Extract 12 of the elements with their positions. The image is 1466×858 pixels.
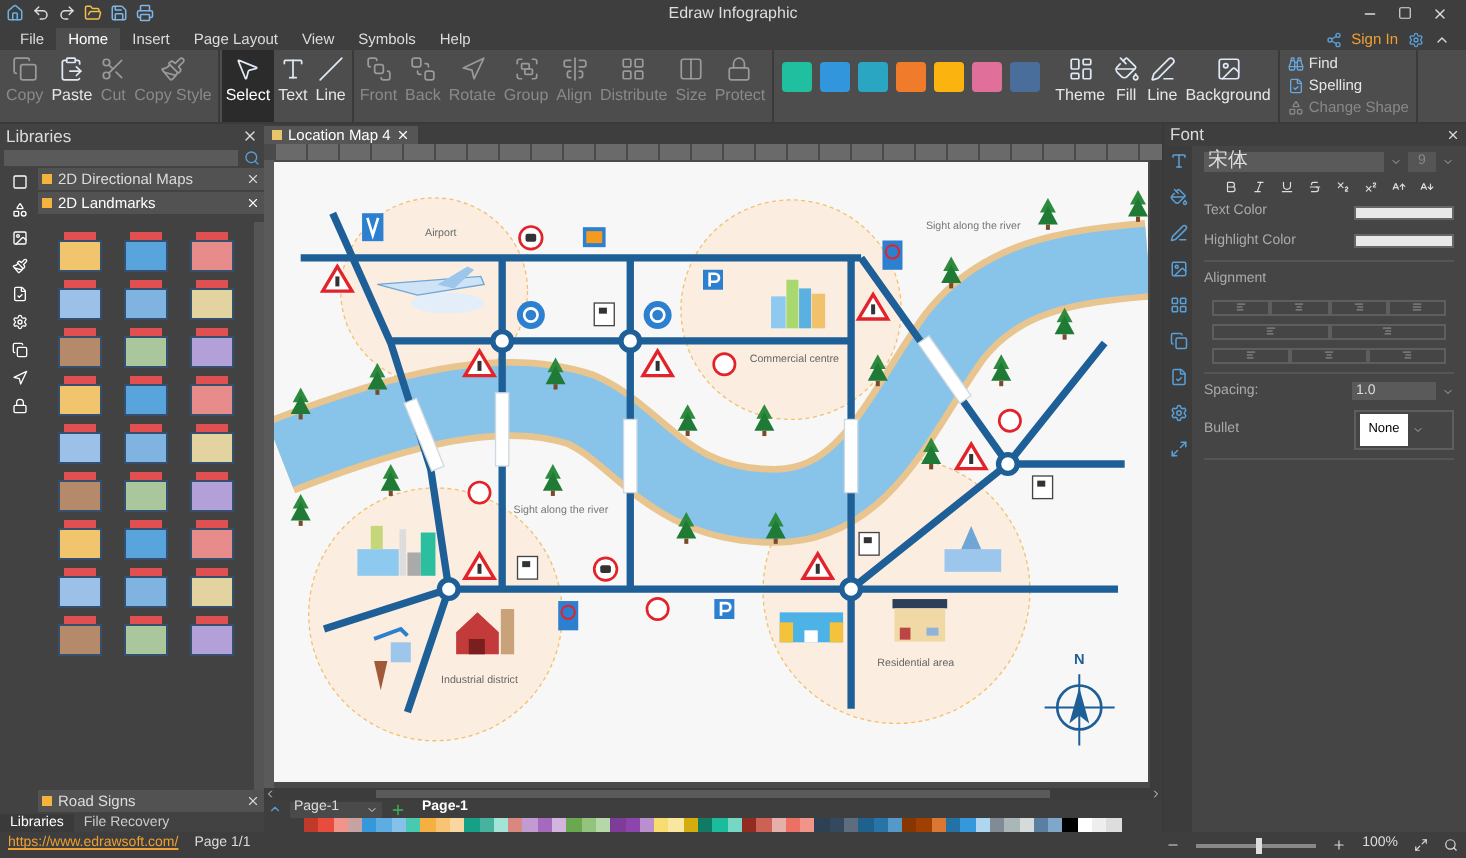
ribbon-button[interactable]: Text — [274, 50, 312, 122]
font-name-field[interactable]: 宋体 — [1204, 152, 1384, 172]
panel-title: Font — [1170, 122, 1205, 148]
ribbon-button[interactable]: Line — [311, 50, 350, 122]
ribbon-button[interactable]: Background — [1181, 50, 1275, 122]
ribbon-button[interactable]: Theme — [1051, 50, 1110, 122]
ribbon-button[interactable]: Paste — [47, 50, 97, 122]
ribbon-button[interactable]: Fill — [1109, 50, 1144, 122]
ribbon-button[interactable]: Line — [1143, 50, 1182, 122]
panel-title: Libraries — [6, 123, 72, 149]
window-title: Edraw Infographic — [666, 1, 800, 25]
ribbon-button[interactable]: Select — [221, 50, 275, 122]
